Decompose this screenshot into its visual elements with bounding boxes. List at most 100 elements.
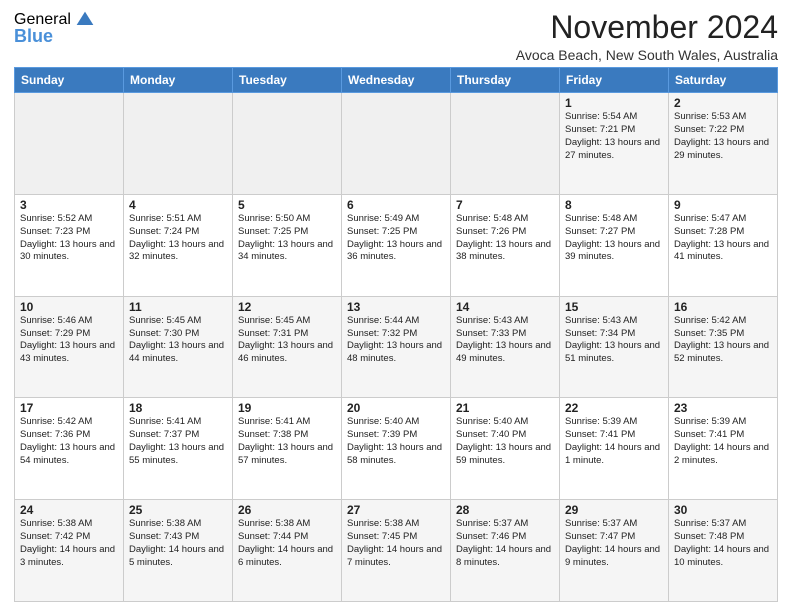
title-section: November 2024 Avoca Beach, New South Wal…	[516, 10, 778, 63]
cell-info-line: Sunset: 7:48 PM	[674, 531, 772, 544]
cell-info-line: Sunrise: 5:38 AM	[20, 518, 118, 531]
cell-0-6: 2Sunrise: 5:53 AMSunset: 7:22 PMDaylight…	[669, 93, 778, 195]
cell-0-2	[233, 93, 342, 195]
cell-info-line: Sunset: 7:42 PM	[20, 531, 118, 544]
cell-info-line: Sunrise: 5:38 AM	[129, 518, 227, 531]
cell-info-line: Sunrise: 5:48 AM	[456, 213, 554, 226]
cell-info-line: Sunrise: 5:37 AM	[456, 518, 554, 531]
cell-info-line: Sunset: 7:27 PM	[565, 226, 663, 239]
cell-info-line: Sunrise: 5:39 AM	[674, 416, 772, 429]
cell-info-line: Daylight: 13 hours and 38 minutes.	[456, 239, 554, 265]
cell-info-line: Sunrise: 5:37 AM	[674, 518, 772, 531]
cell-info-line: Daylight: 13 hours and 57 minutes.	[238, 442, 336, 468]
cell-4-6: 30Sunrise: 5:37 AMSunset: 7:48 PMDayligh…	[669, 500, 778, 602]
day-number-22: 22	[565, 401, 663, 415]
header: General Blue November 2024 Avoca Beach, …	[14, 10, 778, 63]
day-number-6: 6	[347, 198, 445, 212]
cell-info-line: Daylight: 13 hours and 34 minutes.	[238, 239, 336, 265]
day-number-13: 13	[347, 300, 445, 314]
cell-info-line: Sunrise: 5:45 AM	[129, 315, 227, 328]
cell-3-0: 17Sunrise: 5:42 AMSunset: 7:36 PMDayligh…	[15, 398, 124, 500]
cell-info-line: Daylight: 14 hours and 10 minutes.	[674, 544, 772, 570]
cell-info-line: Sunset: 7:35 PM	[674, 328, 772, 341]
cell-info-line: Daylight: 13 hours and 52 minutes.	[674, 340, 772, 366]
cell-info-line: Sunrise: 5:48 AM	[565, 213, 663, 226]
cell-info-line: Sunrise: 5:39 AM	[565, 416, 663, 429]
cell-info-line: Daylight: 13 hours and 58 minutes.	[347, 442, 445, 468]
cell-info-line: Sunrise: 5:44 AM	[347, 315, 445, 328]
day-number-28: 28	[456, 503, 554, 517]
logo: General Blue	[14, 10, 95, 47]
day-number-8: 8	[565, 198, 663, 212]
cell-2-2: 12Sunrise: 5:45 AMSunset: 7:31 PMDayligh…	[233, 296, 342, 398]
cell-info-line: Daylight: 13 hours and 30 minutes.	[20, 239, 118, 265]
cell-info-line: Sunset: 7:46 PM	[456, 531, 554, 544]
cell-info-line: Sunset: 7:22 PM	[674, 124, 772, 137]
cell-3-1: 18Sunrise: 5:41 AMSunset: 7:37 PMDayligh…	[124, 398, 233, 500]
cell-info-line: Daylight: 14 hours and 9 minutes.	[565, 544, 663, 570]
day-number-1: 1	[565, 96, 663, 110]
cell-info-line: Sunrise: 5:52 AM	[20, 213, 118, 226]
cell-info-line: Sunrise: 5:40 AM	[347, 416, 445, 429]
cell-info-line: Daylight: 14 hours and 5 minutes.	[129, 544, 227, 570]
cell-info-line: Sunset: 7:21 PM	[565, 124, 663, 137]
col-wednesday: Wednesday	[342, 68, 451, 93]
col-monday: Monday	[124, 68, 233, 93]
logo-icon	[75, 10, 95, 30]
cell-info-line: Sunset: 7:44 PM	[238, 531, 336, 544]
cell-info-line: Sunrise: 5:42 AM	[20, 416, 118, 429]
cell-3-5: 22Sunrise: 5:39 AMSunset: 7:41 PMDayligh…	[560, 398, 669, 500]
logo-blue: Blue	[14, 26, 53, 47]
cell-3-3: 20Sunrise: 5:40 AMSunset: 7:39 PMDayligh…	[342, 398, 451, 500]
cell-info-line: Sunset: 7:30 PM	[129, 328, 227, 341]
cell-3-4: 21Sunrise: 5:40 AMSunset: 7:40 PMDayligh…	[451, 398, 560, 500]
day-number-3: 3	[20, 198, 118, 212]
cell-info-line: Daylight: 13 hours and 36 minutes.	[347, 239, 445, 265]
cell-info-line: Sunset: 7:45 PM	[347, 531, 445, 544]
cell-info-line: Sunset: 7:33 PM	[456, 328, 554, 341]
day-number-15: 15	[565, 300, 663, 314]
cell-info-line: Daylight: 13 hours and 46 minutes.	[238, 340, 336, 366]
cell-0-4	[451, 93, 560, 195]
cell-info-line: Sunrise: 5:40 AM	[456, 416, 554, 429]
cell-1-0: 3Sunrise: 5:52 AMSunset: 7:23 PMDaylight…	[15, 194, 124, 296]
location: Avoca Beach, New South Wales, Australia	[516, 47, 778, 63]
cell-info-line: Sunset: 7:32 PM	[347, 328, 445, 341]
day-number-19: 19	[238, 401, 336, 415]
cell-info-line: Daylight: 14 hours and 7 minutes.	[347, 544, 445, 570]
cell-info-line: Daylight: 14 hours and 1 minute.	[565, 442, 663, 468]
day-number-30: 30	[674, 503, 772, 517]
day-number-2: 2	[674, 96, 772, 110]
cell-info-line: Daylight: 13 hours and 29 minutes.	[674, 137, 772, 163]
cell-2-1: 11Sunrise: 5:45 AMSunset: 7:30 PMDayligh…	[124, 296, 233, 398]
cell-info-line: Sunset: 7:25 PM	[347, 226, 445, 239]
cell-2-6: 16Sunrise: 5:42 AMSunset: 7:35 PMDayligh…	[669, 296, 778, 398]
cell-info-line: Daylight: 14 hours and 3 minutes.	[20, 544, 118, 570]
cell-info-line: Sunrise: 5:41 AM	[238, 416, 336, 429]
week-row-0: 1Sunrise: 5:54 AMSunset: 7:21 PMDaylight…	[15, 93, 778, 195]
cell-info-line: Sunrise: 5:51 AM	[129, 213, 227, 226]
col-friday: Friday	[560, 68, 669, 93]
cell-info-line: Sunrise: 5:42 AM	[674, 315, 772, 328]
cell-0-1	[124, 93, 233, 195]
cell-0-3	[342, 93, 451, 195]
cell-4-3: 27Sunrise: 5:38 AMSunset: 7:45 PMDayligh…	[342, 500, 451, 602]
calendar-header-row: Sunday Monday Tuesday Wednesday Thursday…	[15, 68, 778, 93]
day-number-25: 25	[129, 503, 227, 517]
cell-4-0: 24Sunrise: 5:38 AMSunset: 7:42 PMDayligh…	[15, 500, 124, 602]
cell-1-6: 9Sunrise: 5:47 AMSunset: 7:28 PMDaylight…	[669, 194, 778, 296]
cell-info-line: Sunset: 7:24 PM	[129, 226, 227, 239]
cell-info-line: Sunset: 7:41 PM	[674, 429, 772, 442]
cell-info-line: Daylight: 13 hours and 27 minutes.	[565, 137, 663, 163]
cell-info-line: Daylight: 14 hours and 6 minutes.	[238, 544, 336, 570]
cell-3-2: 19Sunrise: 5:41 AMSunset: 7:38 PMDayligh…	[233, 398, 342, 500]
cell-info-line: Sunset: 7:31 PM	[238, 328, 336, 341]
col-thursday: Thursday	[451, 68, 560, 93]
cell-info-line: Sunset: 7:40 PM	[456, 429, 554, 442]
cell-info-line: Sunrise: 5:47 AM	[674, 213, 772, 226]
day-number-16: 16	[674, 300, 772, 314]
cell-info-line: Sunset: 7:26 PM	[456, 226, 554, 239]
cell-info-line: Sunset: 7:25 PM	[238, 226, 336, 239]
day-number-20: 20	[347, 401, 445, 415]
cell-info-line: Sunset: 7:47 PM	[565, 531, 663, 544]
